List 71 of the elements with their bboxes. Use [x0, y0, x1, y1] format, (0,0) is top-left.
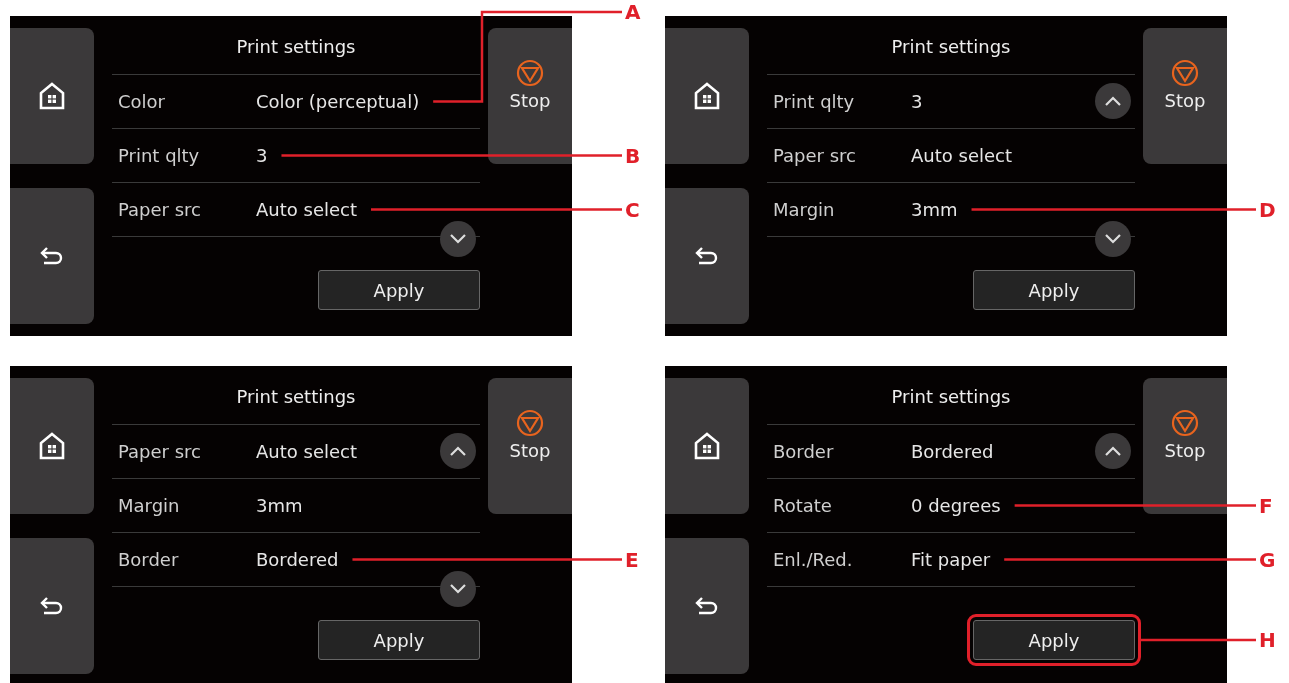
setting-label: Color: [117, 90, 166, 114]
back-arrow-icon: [695, 246, 719, 266]
setting-value: Auto select: [256, 440, 357, 464]
callout-letter: A: [625, 2, 641, 22]
stop-icon: [1171, 59, 1199, 87]
setting-label: Border: [117, 548, 180, 572]
home-icon: [694, 82, 720, 110]
setting-value: Auto select: [256, 198, 357, 222]
chevron-up-icon: [1104, 445, 1122, 457]
setting-label: Paper src: [117, 440, 202, 464]
callout-letter: B: [625, 145, 641, 166]
screen-title: Print settings: [235, 385, 357, 409]
home-button[interactable]: [10, 28, 94, 164]
setting-label: Print qlty: [772, 90, 856, 114]
scroll-up-button[interactable]: [440, 433, 476, 469]
screen-title: Print settings: [890, 35, 1012, 59]
chevron-up-icon: [1104, 95, 1122, 107]
stop-button[interactable]: Stop: [488, 28, 572, 164]
stop-icon: [1171, 409, 1199, 437]
setting-label: Margin: [772, 198, 836, 222]
chevron-down-icon: [449, 233, 467, 245]
scroll-down-button[interactable]: [440, 571, 476, 607]
callout-letter: E: [625, 549, 639, 570]
setting-label: Margin: [117, 494, 181, 518]
screen-title: Print settings: [235, 35, 357, 59]
callout-letter: D: [1259, 199, 1276, 220]
screen-title: Print settings: [890, 385, 1012, 409]
apply-button[interactable]: Apply: [973, 270, 1135, 310]
stop-icon: [516, 59, 544, 87]
setting-label: Rotate: [772, 494, 833, 518]
setting-value: Auto select: [911, 144, 1012, 168]
stop-button[interactable]: Stop: [1143, 378, 1227, 514]
setting-label: Paper src: [772, 144, 857, 168]
setting-value: 3mm: [256, 494, 303, 518]
setting-value: Fit paper: [911, 548, 991, 572]
setting-label: Enl./Red.: [772, 548, 854, 572]
apply-button[interactable]: Apply: [318, 270, 480, 310]
stop-button[interactable]: Stop: [1143, 28, 1227, 164]
setting-label: Paper src: [117, 198, 202, 222]
scroll-down-button[interactable]: [1095, 221, 1131, 257]
scroll-up-button[interactable]: [1095, 433, 1131, 469]
chevron-down-icon: [1104, 233, 1122, 245]
callout-letter: G: [1259, 549, 1276, 570]
setting-value: 3: [256, 144, 268, 168]
back-arrow-icon: [40, 246, 64, 266]
home-button[interactable]: [665, 378, 749, 514]
setting-label: Border: [772, 440, 835, 464]
setting-label: Print qlty: [117, 144, 201, 168]
callout-letter: F: [1259, 495, 1273, 516]
chevron-down-icon: [449, 583, 467, 595]
back-arrow-icon: [695, 596, 719, 616]
home-icon: [39, 82, 65, 110]
setting-value: 3mm: [911, 198, 958, 222]
setting-value: Bordered: [911, 440, 994, 464]
home-button[interactable]: [10, 378, 94, 514]
stop-button[interactable]: Stop: [488, 378, 572, 514]
scroll-down-button[interactable]: [440, 221, 476, 257]
apply-button[interactable]: Apply: [318, 620, 480, 660]
home-icon: [694, 432, 720, 460]
chevron-up-icon: [449, 445, 467, 457]
setting-value: Bordered: [256, 548, 339, 572]
stop-icon: [516, 409, 544, 437]
setting-value: 0 degrees: [911, 494, 1001, 518]
setting-value: 3: [911, 90, 923, 114]
home-icon: [39, 432, 65, 460]
callout-letter: H: [1259, 630, 1276, 650]
home-button[interactable]: [665, 28, 749, 164]
setting-value: Color (perceptual): [256, 90, 420, 114]
back-arrow-icon: [40, 596, 64, 616]
callout-letter: C: [625, 199, 640, 220]
scroll-up-button[interactable]: [1095, 83, 1131, 119]
